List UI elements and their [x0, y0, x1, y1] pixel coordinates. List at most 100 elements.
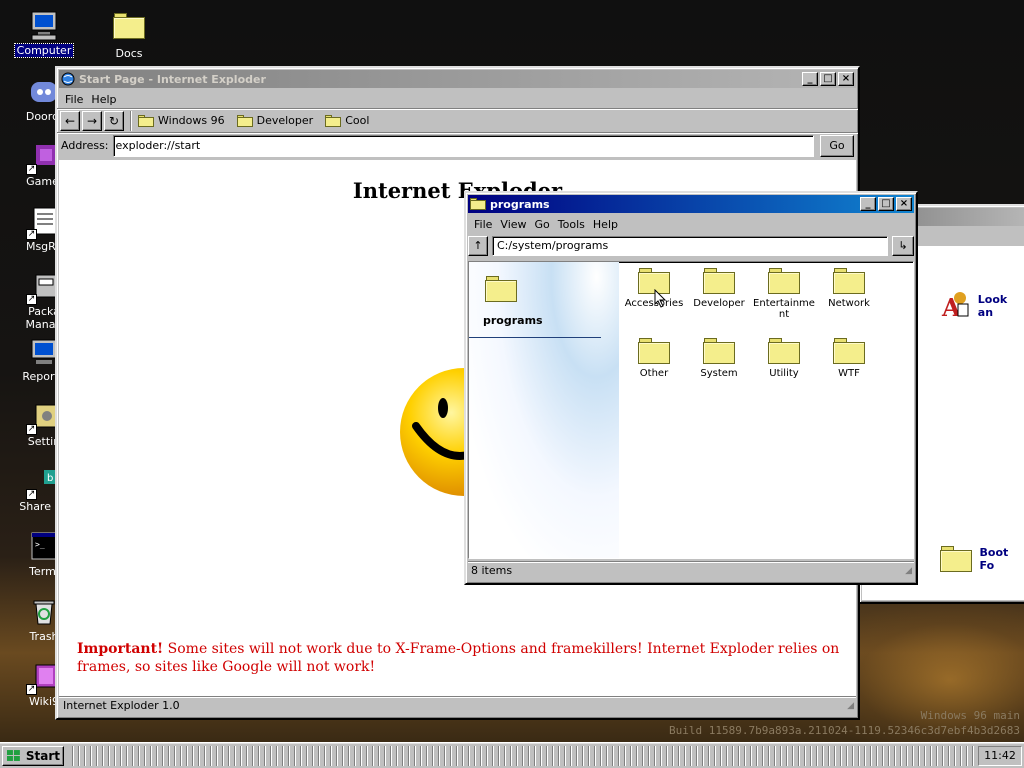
folder-item-developer[interactable]: Developer	[686, 268, 752, 309]
sidebar-title: programs	[483, 314, 543, 327]
folder-label: Entertainme nt	[751, 298, 817, 320]
explorer-titlebar[interactable]: Start Page - Internet Exploder _ □ ×	[59, 70, 856, 88]
folder-icon	[325, 115, 342, 127]
forward-button[interactable]: →	[82, 110, 102, 131]
menu-go[interactable]: Go	[531, 218, 554, 231]
frame-notice: Important! Some sites will not work due …	[77, 640, 847, 676]
folder-label: Developer	[693, 298, 745, 309]
folder-icon	[138, 115, 154, 127]
resize-grip-icon[interactable]: ◢	[905, 562, 912, 580]
programs-status-bar: 8 items ◢	[468, 561, 914, 581]
folder-item-utility[interactable]: Utility	[751, 338, 817, 379]
menu-file[interactable]: File	[470, 218, 496, 231]
taskbar-clock: 11:42	[978, 745, 1022, 766]
notice-bold: Important!	[77, 641, 164, 657]
desktop-icon-label: Computer	[13, 43, 75, 58]
address-label: Address:	[61, 139, 109, 152]
folder-icon	[638, 338, 670, 364]
folder-icon	[703, 338, 735, 364]
go-button[interactable]: Go	[820, 134, 854, 157]
close-button[interactable]: ×	[838, 72, 854, 86]
refresh-button[interactable]: ↻	[104, 110, 124, 131]
mouse-cursor-icon	[654, 289, 667, 308]
desktop-icon-docs[interactable]: Docs	[99, 10, 159, 60]
path-input[interactable]: C:/system/programs	[492, 236, 888, 256]
bookmark-label: Windows 96	[158, 114, 225, 127]
status-text: Internet Exploder 1.0	[63, 699, 180, 712]
look-and-feel-item[interactable]: A Look an	[940, 290, 1024, 322]
maximize-button[interactable]: □	[878, 197, 894, 211]
explorer-status-bar: Internet Exploder 1.0 ◢	[59, 696, 856, 716]
bookmark-label: Cool	[345, 114, 370, 127]
look-and-feel-icon: A	[941, 292, 969, 322]
start-button[interactable]: Start	[2, 745, 64, 766]
folder-item-other[interactable]: Other	[621, 338, 687, 379]
back-button[interactable]: ←	[60, 110, 80, 131]
folder-item-network[interactable]: Network	[816, 268, 882, 309]
folder-label: WTF	[838, 368, 860, 379]
resize-grip-icon[interactable]: ◢	[847, 697, 854, 715]
menu-tools[interactable]: Tools	[554, 218, 589, 231]
notice-text: Some sites will not work due to X-Frame-…	[77, 641, 840, 675]
build-version-line-2: Build 11589.7b9a893a.211024-1119.52346c3…	[669, 724, 1020, 737]
desktop-icon-computer[interactable]: Computer	[13, 10, 75, 58]
folder-icon	[703, 268, 735, 294]
taskbar: Start 11:42	[0, 742, 1024, 768]
folder-label: Utility	[769, 368, 799, 379]
folder-icon	[768, 268, 800, 294]
address-input[interactable]: exploder://start	[112, 134, 814, 157]
folder-icon	[833, 338, 865, 364]
toolbar-divider	[130, 110, 132, 131]
boot-folder-label: Boot Fo	[979, 546, 1009, 572]
svg-text:b: b	[47, 473, 53, 484]
explorer-menubar: File Help	[57, 90, 858, 108]
sidebar-divider	[469, 337, 601, 338]
programs-file-view: programs Accessories Developer Entertain…	[468, 261, 914, 559]
computer-icon	[28, 10, 60, 42]
folder-icon	[236, 115, 253, 127]
menu-view[interactable]: View	[496, 218, 530, 231]
explorer-toolbar: ← → ↻ Windows 96 Developer Cool	[57, 108, 858, 132]
menu-help[interactable]: Help	[87, 93, 120, 106]
programs-title: programs	[490, 197, 550, 211]
explorer-title: Start Page - Internet Exploder	[79, 72, 266, 86]
globe-icon	[61, 72, 75, 86]
folder-item-wtf[interactable]: WTF	[816, 338, 882, 379]
programs-titlebar[interactable]: programs _ □ ×	[468, 195, 914, 213]
folder-icon	[470, 198, 486, 210]
programs-window[interactable]: programs _ □ × File View Go Tools Help ↑…	[464, 191, 918, 585]
folder-item-system[interactable]: System	[686, 338, 752, 379]
folder-item-entertainment[interactable]: Entertainme nt	[751, 268, 817, 320]
menu-file[interactable]: File	[61, 93, 87, 106]
programs-path-bar: ↑ C:/system/programs ↳	[466, 233, 916, 259]
look-and-feel-label: Look an	[977, 293, 1008, 319]
sidebar-panel: programs	[469, 262, 619, 558]
folder-label: System	[700, 368, 738, 379]
close-button[interactable]: ×	[896, 197, 912, 211]
bookmark-label: Developer	[256, 114, 314, 127]
address-bar: Address: exploder://start Go	[57, 132, 858, 158]
maximize-button[interactable]: □	[820, 72, 836, 86]
bookmark-developer[interactable]: Developer	[236, 114, 314, 127]
folder-icon	[768, 338, 800, 364]
menu-help[interactable]: Help	[589, 218, 622, 231]
items-count: 8 items	[471, 564, 513, 577]
bookmark-windows96[interactable]: Windows 96	[138, 114, 225, 127]
svg-text:>_: >_	[35, 540, 45, 549]
folder-label-line-1: Entertainme	[753, 298, 815, 309]
folder-icon	[833, 268, 865, 294]
programs-menubar: File View Go Tools Help	[466, 215, 916, 233]
start-label: Start	[25, 748, 60, 763]
windows-logo-icon	[6, 749, 20, 761]
folder-label: Other	[639, 368, 669, 379]
up-folder-button[interactable]: ↑	[468, 236, 488, 256]
minimize-button[interactable]: _	[860, 197, 876, 211]
folder-icon	[940, 546, 972, 572]
folder-label-line-2: nt	[778, 309, 790, 320]
taskbar-task-area[interactable]	[68, 745, 974, 766]
folder-icon	[113, 13, 145, 45]
navigate-button[interactable]: ↳	[892, 236, 914, 256]
bookmark-cool[interactable]: Cool	[325, 114, 369, 127]
minimize-button[interactable]: _	[802, 72, 818, 86]
boot-folder-item[interactable]: Boot Fo	[940, 546, 1024, 572]
